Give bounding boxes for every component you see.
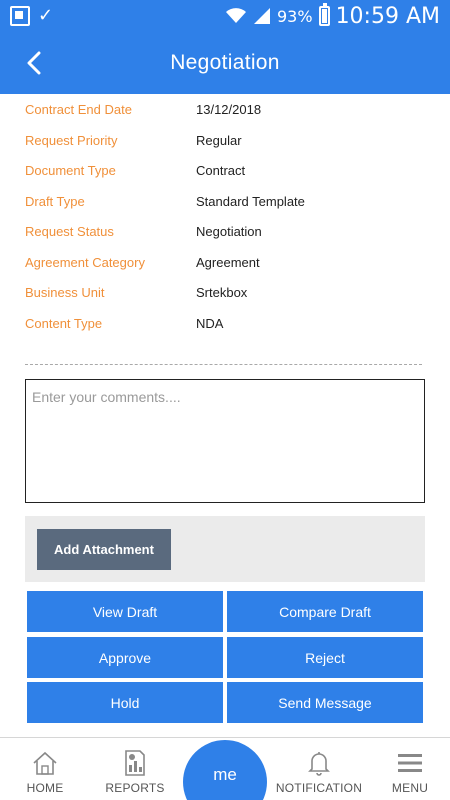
attachment-area: Add Attachment — [25, 516, 425, 582]
detail-value: Contract — [196, 162, 246, 178]
app-icon — [10, 6, 30, 26]
clock: 10:59 AM — [335, 3, 440, 29]
detail-value: Negotiation — [196, 223, 262, 239]
nav-label: REPORTS — [105, 781, 165, 795]
detail-label: Business Unit — [25, 284, 105, 300]
reports-icon — [120, 748, 150, 778]
add-attachment-button[interactable]: Add Attachment — [37, 529, 171, 570]
detail-label: Document Type — [25, 162, 116, 178]
detail-label: Agreement Category — [25, 254, 145, 270]
nav-label: NOTIFICATION — [275, 781, 363, 795]
detail-row-document-type: Document Type Contract — [0, 155, 450, 185]
detail-value: NDA — [196, 315, 224, 331]
detail-label: Request Priority — [25, 132, 118, 148]
comments-input[interactable] — [25, 379, 425, 503]
nav-reports[interactable]: REPORTS — [103, 738, 167, 800]
detail-label: Contract End Date — [25, 101, 132, 117]
nav-label: MENU — [391, 781, 429, 795]
wifi-icon — [226, 8, 246, 23]
approve-button[interactable]: Approve — [27, 637, 223, 678]
dashed-divider — [25, 364, 422, 365]
detail-row-request-priority: Request Priority Regular — [0, 125, 450, 155]
detail-label: Content Type — [25, 315, 103, 331]
battery-icon — [318, 3, 330, 26]
nav-label: HOME — [26, 781, 64, 795]
page-title: Negotiation — [170, 51, 280, 74]
bell-icon — [304, 748, 334, 778]
check-icon: ✓ — [38, 5, 54, 26]
detail-row-content-type: Content Type NDA — [0, 308, 450, 338]
detail-row-contract-end-date: Contract End Date 13/12/2018 — [0, 94, 450, 124]
detail-value: Standard Template — [196, 193, 305, 209]
detail-value: Srtekbox — [196, 284, 248, 300]
detail-value: Regular — [196, 132, 242, 148]
signal-icon — [254, 8, 270, 24]
hold-button[interactable]: Hold — [27, 682, 223, 723]
status-right: 93% 10:59 AM — [225, 0, 440, 32]
detail-row-draft-type: Draft Type Standard Template — [0, 186, 450, 216]
detail-value: 13/12/2018 — [196, 101, 262, 117]
detail-row-request-status: Request Status Negotiation — [0, 216, 450, 246]
battery-percent: 93% — [277, 6, 313, 26]
reject-button[interactable]: Reject — [227, 637, 423, 678]
compare-draft-button[interactable]: Compare Draft — [227, 591, 423, 632]
nav-home[interactable]: HOME — [18, 738, 72, 800]
send-message-button[interactable]: Send Message — [227, 682, 423, 723]
home-icon — [30, 748, 60, 778]
nav-menu[interactable]: MENU — [385, 738, 435, 800]
nav-notification[interactable]: NOTIFICATION — [272, 738, 366, 800]
detail-label: Draft Type — [25, 193, 85, 209]
detail-label: Request Status — [25, 223, 114, 239]
view-draft-button[interactable]: View Draft — [27, 591, 223, 632]
detail-row-business-unit: Business Unit Srtekbox — [0, 277, 450, 307]
screen: ✓ 93% 10:59 AM Negotiation Contract End … — [0, 0, 450, 800]
back-arrow-icon — [27, 51, 41, 75]
hamburger-icon — [395, 748, 425, 778]
detail-row-agreement-category: Agreement Category Agreement — [0, 247, 450, 277]
back-button[interactable] — [16, 44, 52, 82]
status-bar: ✓ 93% 10:59 AM — [0, 0, 450, 32]
status-left: ✓ — [0, 6, 53, 26]
detail-value: Agreement — [196, 254, 260, 270]
app-header: Negotiation — [0, 32, 450, 94]
